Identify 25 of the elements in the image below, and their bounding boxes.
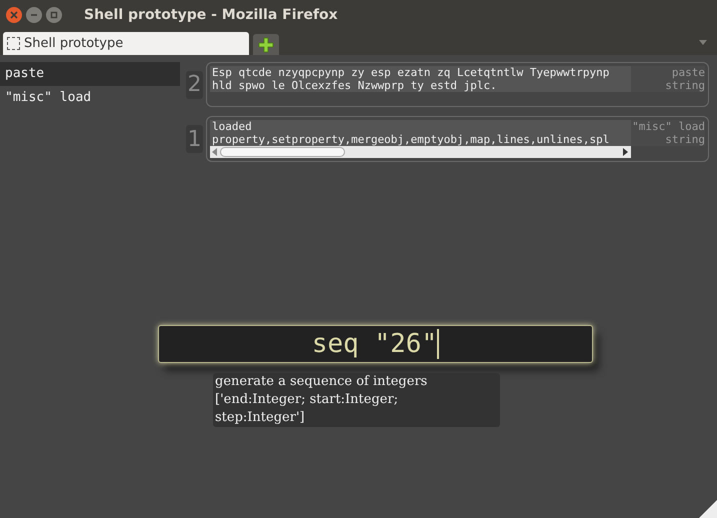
history-item[interactable]: "misc" load: [0, 86, 180, 110]
command-label: "misc" load: [632, 120, 705, 133]
type-label: string: [665, 79, 705, 92]
scroll-left-icon[interactable]: [212, 148, 218, 156]
new-tab-button[interactable]: [253, 34, 279, 55]
history-item[interactable]: paste: [0, 62, 180, 86]
command-label: paste: [672, 66, 705, 79]
page-icon: [7, 37, 20, 50]
window-title: Shell prototype - Mozilla Firefox: [84, 6, 338, 24]
result-output: loaded property,setproperty,mergeobj,emptyobj,map,lines,unlines,spl: [210, 120, 631, 146]
close-icon[interactable]: [6, 7, 22, 23]
tooltip: generate a sequence of integers ['end:Integer; start:Integer; step:Integer']: [213, 373, 500, 427]
type-label: string: [665, 133, 705, 146]
scroll-right-icon[interactable]: [623, 148, 629, 156]
result-index: 1: [186, 125, 203, 153]
result-index: 2: [186, 70, 203, 98]
plus-icon: [258, 36, 274, 52]
command-input[interactable]: seq "26": [158, 325, 593, 363]
resize-grip-icon[interactable]: [699, 500, 717, 518]
minimize-icon[interactable]: [26, 7, 42, 23]
dropdown-icon[interactable]: [699, 40, 707, 46]
result-output: Esp qtcde nzyqpcpynp zy esp ezatn zq Lcetqtntlw Tyepwwtrpynp hld spwo le Olcexzfes Nzwwprp ty estd jplc.: [210, 66, 631, 92]
horizontal-scrollbar[interactable]: [210, 146, 631, 158]
browser-tab[interactable]: Shell prototype: [3, 32, 249, 55]
maximize-icon[interactable]: [46, 7, 62, 23]
